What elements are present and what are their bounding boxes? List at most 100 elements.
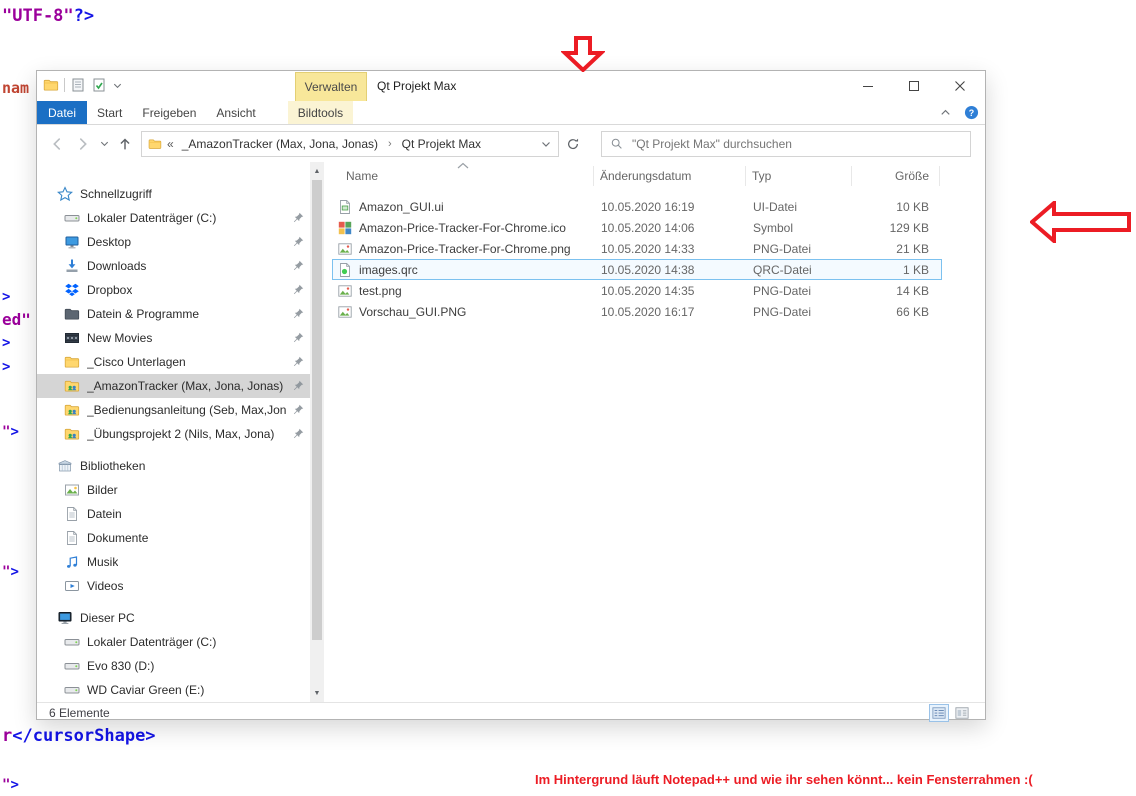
- screenshot-root: "UTF-8"?> nam > ed" > > "> "> r</cursorShape> "> …: [0, 0, 1136, 796]
- file-row[interactable]: Amazon-Price-Tracker-For-Chrome.png 10.05…: [332, 238, 942, 259]
- sidebar-item-label: _Bedienungsanleitung (Seb, Max,Jon): [87, 403, 286, 417]
- file-row[interactable]: images.qrc 10.05.2020 14:38 QRC-Datei 1 KB: [332, 259, 942, 280]
- maximize-button[interactable]: [891, 71, 937, 100]
- sidebar-item[interactable]: _Bedienungsanleitung (Seb, Max,Jon): [37, 398, 310, 422]
- search-box[interactable]: [601, 130, 971, 157]
- file-size: 1 KB: [902, 262, 929, 277]
- collapse-ribbon-chevron-icon[interactable]: [938, 105, 953, 120]
- libraries-icon: [57, 458, 73, 474]
- sidebar-scrollbar[interactable]: ▲ ▼: [310, 162, 324, 702]
- videos-icon: [64, 578, 80, 594]
- sidebar-item-label: _AmazonTracker (Max, Jona, Jonas): [87, 379, 284, 393]
- forward-button[interactable]: [71, 132, 95, 156]
- ribbon-tab-bildtools[interactable]: Bildtools: [287, 101, 354, 124]
- sidebar-item[interactable]: _Übungsprojekt 2 (Nils, Max, Jona): [37, 422, 310, 446]
- file-row[interactable]: Amazon_GUI.ui 10.05.2020 16:19 UI-Datei 10 …: [332, 196, 942, 217]
- sidebar-item[interactable]: Evo 830 (D:): [37, 654, 310, 678]
- sidebar-item[interactable]: _AmazonTracker (Max, Jona, Jonas): [37, 374, 310, 398]
- sidebar-item[interactable]: Lokaler Datenträger (C:): [37, 206, 310, 230]
- sidebar-item[interactable]: Dokumente: [37, 526, 310, 550]
- search-input[interactable]: [630, 135, 962, 152]
- sidebar-item[interactable]: Videos: [37, 574, 310, 598]
- up-button[interactable]: [113, 132, 137, 156]
- recent-locations-button[interactable]: [97, 132, 111, 156]
- close-icon: [955, 80, 965, 91]
- sidebar-item-label: Evo 830 (D:): [87, 659, 155, 673]
- column-header-name[interactable]: Name: [332, 162, 594, 186]
- folder-shared-icon: [64, 402, 80, 418]
- ribbon-tab-datei[interactable]: Datei: [37, 101, 88, 124]
- folder-shared-icon: [64, 378, 80, 394]
- breadcrumb-current[interactable]: Qt Projekt Max: [399, 137, 484, 151]
- sidebar-item-label: Bilder: [87, 483, 118, 497]
- sidebar-item[interactable]: WD Caviar Green (E:): [37, 678, 310, 702]
- address-bar[interactable]: « _AmazonTracker (Max, Jona, Jonas) › Qt…: [141, 130, 559, 157]
- sidebar-item[interactable]: Lokaler Datenträger (C:): [37, 630, 310, 654]
- file-row[interactable]: Amazon-Price-Tracker-For-Chrome.ico 10.05…: [332, 217, 942, 238]
- thumbnails-view-icon: [954, 706, 970, 720]
- sidebar-item[interactable]: New Movies: [37, 326, 310, 350]
- sidebar-item[interactable]: Desktop: [37, 230, 310, 254]
- sidebar-item[interactable]: Datein: [37, 502, 310, 526]
- sidebar-item[interactable]: Datein & Programme: [37, 302, 310, 326]
- code-fragment: >: [2, 289, 11, 305]
- sidebar-item-label: _Cisco Unterlagen: [87, 355, 186, 369]
- sidebar-item-label: _Übungsprojekt 2 (Nils, Max, Jona): [87, 427, 275, 441]
- item-count: 6 Elemente: [49, 705, 110, 720]
- column-header-type[interactable]: Typ: [746, 166, 852, 186]
- sidebar-item[interactable]: Bilder: [37, 478, 310, 502]
- column-header-date[interactable]: Änderungsdatum: [594, 166, 746, 186]
- sidebar-item[interactable]: Dropbox: [37, 278, 310, 302]
- folder-dark-icon: [64, 306, 80, 322]
- manage-context-tab[interactable]: Verwalten: [295, 72, 367, 101]
- code-fragment: r</cursorShape>: [2, 726, 156, 746]
- file-png-icon: [337, 283, 353, 299]
- minimize-button[interactable]: [845, 71, 891, 100]
- file-size: 21 KB: [896, 241, 929, 256]
- status-bar: 6 Elemente: [37, 702, 985, 722]
- new-folder-icon[interactable]: [91, 77, 107, 93]
- sidebar-item[interactable]: Downloads: [37, 254, 310, 278]
- column-header-label: Name: [346, 169, 379, 183]
- customize-toolbar-chevron-icon[interactable]: [112, 80, 123, 91]
- column-header-size[interactable]: Größe: [852, 166, 940, 186]
- sidebar-item[interactable]: Musik: [37, 550, 310, 574]
- sidebar-item-label: Datein & Programme: [87, 307, 200, 321]
- breadcrumb-overflow[interactable]: «: [167, 137, 174, 151]
- file-row[interactable]: Vorschau_GUI.PNG 10.05.2020 16:17 PNG-Date…: [332, 301, 942, 322]
- pin-icon: [292, 427, 305, 440]
- file-date: 10.05.2020 14:33: [601, 241, 695, 256]
- toolbar-separator: [64, 78, 65, 92]
- ribbon-tab-start[interactable]: Start: [87, 101, 132, 124]
- refresh-button[interactable]: [561, 132, 585, 156]
- scrollbar-thumb[interactable]: [312, 180, 322, 640]
- details-view-button[interactable]: [929, 703, 949, 722]
- close-button[interactable]: [937, 71, 983, 100]
- help-icon[interactable]: ?: [964, 105, 979, 120]
- ribbon-tab-ansicht[interactable]: Ansicht: [206, 101, 265, 124]
- back-button[interactable]: [45, 132, 69, 156]
- ribbon-tab-freigeben[interactable]: Freigeben: [132, 101, 206, 124]
- sidebar-item[interactable]: Schnellzugriff: [37, 182, 310, 206]
- scroll-down-arrow-icon[interactable]: ▼: [310, 685, 324, 701]
- scroll-up-arrow-icon[interactable]: ▲: [310, 163, 324, 179]
- sidebar-item-label: Dokumente: [87, 531, 149, 545]
- address-dropdown-chevron-icon[interactable]: [540, 138, 552, 150]
- folder-icon[interactable]: [43, 77, 59, 93]
- forward-arrow-icon: [74, 135, 92, 153]
- breadcrumb-separator: ›: [387, 137, 392, 150]
- sidebar-item[interactable]: Dieser PC: [37, 606, 310, 630]
- file-row[interactable]: test.png 10.05.2020 14:35 PNG-Datei 14 KB: [332, 280, 942, 301]
- sidebar-item[interactable]: Bibliotheken: [37, 454, 310, 478]
- column-headers: Name Änderungsdatum Typ Größe: [332, 162, 985, 188]
- sidebar-item-label: Downloads: [87, 259, 147, 273]
- sidebar-item[interactable]: _Cisco Unterlagen: [37, 350, 310, 374]
- explorer-window: Verwalten Qt Projekt Max Datei Start Freig…: [36, 70, 986, 722]
- file-type: QRC-Datei: [753, 262, 812, 277]
- breadcrumb-parent[interactable]: _AmazonTracker (Max, Jona, Jonas): [179, 137, 381, 151]
- file-date: 10.05.2020 14:35: [601, 283, 695, 298]
- address-folder-icon: [148, 137, 162, 151]
- properties-icon[interactable]: [70, 77, 86, 93]
- ribbon-right-controls: ?: [938, 105, 979, 120]
- thumbnails-view-button[interactable]: [953, 705, 971, 721]
